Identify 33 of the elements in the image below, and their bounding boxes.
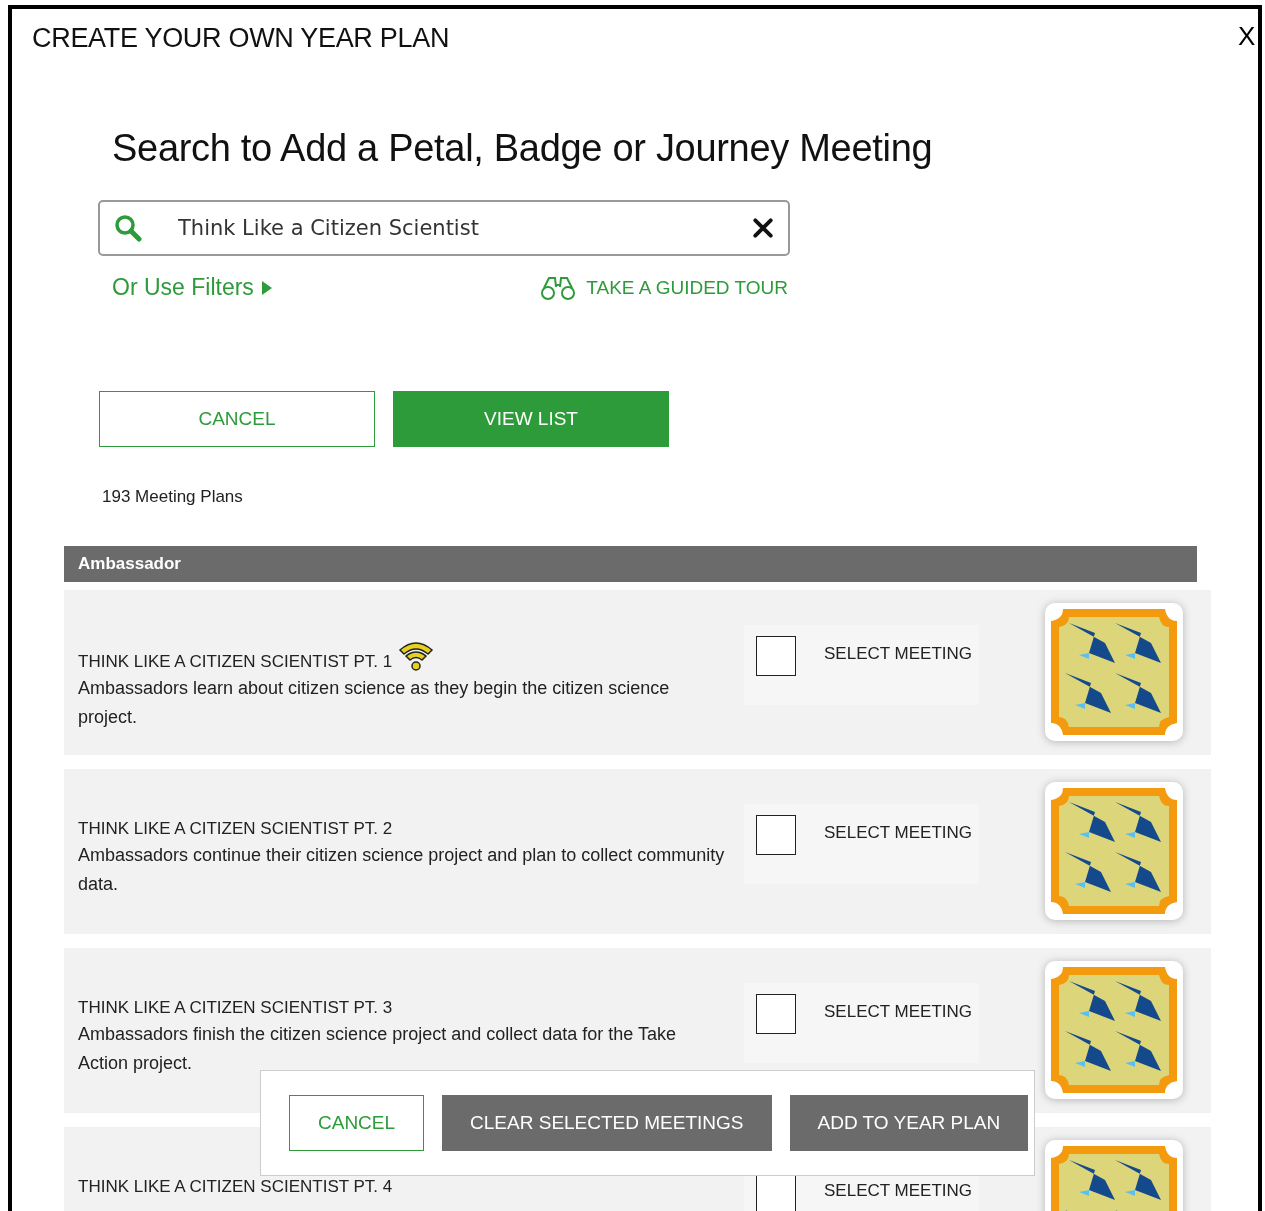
- view-list-button[interactable]: VIEW LIST: [393, 391, 669, 447]
- select-label: SELECT MEETING: [824, 823, 972, 843]
- meeting-title: THINK LIKE A CITIZEN SCIENTIST PT. 2: [78, 819, 393, 839]
- section-header: Ambassador: [64, 546, 1197, 582]
- select-label: SELECT MEETING: [824, 644, 972, 664]
- clear-icon[interactable]: [752, 217, 774, 239]
- meeting-description: Ambassadors learn about citizen science as they begin the citizen science project.: [78, 677, 671, 729]
- meeting-description: Ambassadors continue their citizen science project and plan to collect community data.: [78, 844, 726, 896]
- modal-title: CREATE YOUR OWN YEAR PLAN: [32, 23, 450, 54]
- meeting-description: Ambassadors finish the citizen science project and collect data for the Take Action project.: [78, 1023, 677, 1075]
- filters-link[interactable]: Or Use Filters: [112, 274, 272, 301]
- meeting-title: THINK LIKE A CITIZEN SCIENTIST PT. 3: [78, 998, 393, 1018]
- wifi-icon: [398, 640, 435, 672]
- meeting-title: THINK LIKE A CITIZEN SCIENTIST PT. 1: [78, 652, 393, 672]
- checkbox[interactable]: [756, 994, 796, 1034]
- select-label: SELECT MEETING: [824, 1002, 972, 1022]
- clear-selection-button[interactable]: CLEAR SELECTED MEETINGS: [442, 1095, 772, 1151]
- guided-tour-link[interactable]: TAKE A GUIDED TOUR: [540, 274, 788, 301]
- binoculars-icon: [540, 274, 577, 301]
- meeting-title: THINK LIKE A CITIZEN SCIENTIST PT. 4: [78, 1177, 393, 1197]
- cancel-button[interactable]: CANCEL: [99, 391, 375, 447]
- cancel-button[interactable]: CANCEL: [289, 1095, 425, 1151]
- add-to-plan-button[interactable]: ADD TO YEAR PLAN: [789, 1095, 1029, 1151]
- caret-icon: [261, 280, 272, 295]
- search-icon: [114, 214, 142, 242]
- select-label: SELECT MEETING: [824, 1181, 972, 1201]
- search-heading: Search to Add a Petal, Badge or Journey Meeting: [112, 127, 934, 170]
- checkbox[interactable]: [756, 636, 796, 676]
- search-input[interactable]: Think Like a Citizen Scientist: [162, 216, 732, 240]
- results-count: 193 Meeting Plans: [102, 487, 244, 507]
- checkbox[interactable]: [756, 815, 796, 855]
- search-field[interactable]: Think Like a Citizen Scientist: [98, 200, 790, 256]
- close-button[interactable]: X: [1238, 21, 1256, 52]
